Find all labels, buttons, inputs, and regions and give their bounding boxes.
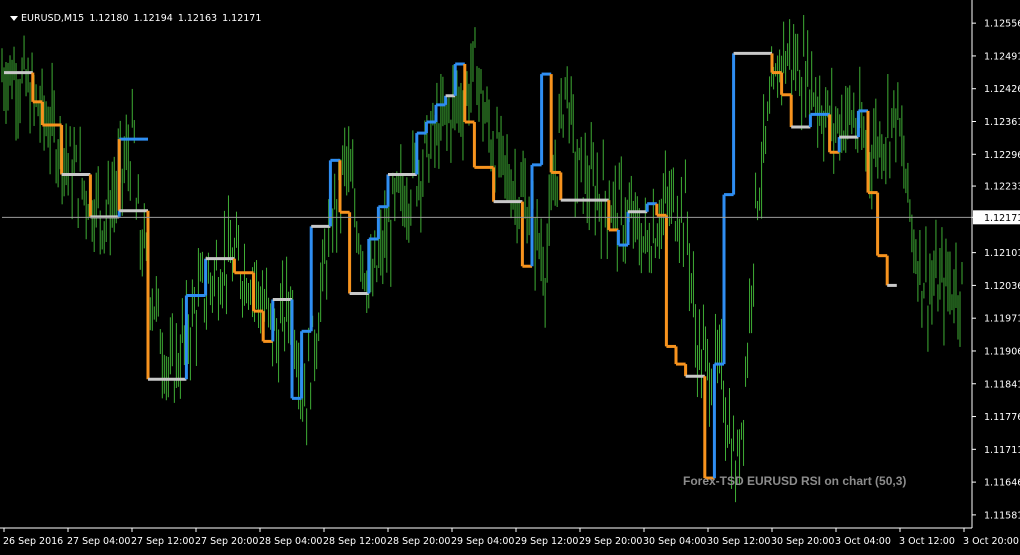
y-tick-label: 1.12233	[984, 182, 1020, 193]
price-chart[interactable]: 1.12556 1.12491 1.12426 1.12361 1.12296 1.122…	[0, 0, 1020, 551]
x-tick-label: 27 Sep 20:00	[195, 536, 258, 547]
x-tick-label: 3 Oct 20:00	[963, 536, 1019, 547]
x-tick-label: 28 Sep 20:00	[387, 536, 450, 547]
x-tick-label: 27 Sep 04:00	[67, 536, 130, 547]
high-price: 1.12194	[133, 13, 173, 24]
chart-header: EURUSD,M15 1.12180 1.12194 1.12163 1.12171	[4, 2, 266, 24]
y-tick-label: 1.11971	[984, 314, 1020, 325]
x-tick-label: 3 Oct 04:00	[835, 536, 891, 547]
y-tick-label: 1.11906	[984, 346, 1020, 357]
y-tick-label: 1.12036	[984, 281, 1020, 292]
x-tick-label: 28 Sep 04:00	[259, 536, 322, 547]
symbol-label: EURUSD,M15	[21, 13, 85, 24]
y-tick-label: 1.12361	[984, 117, 1020, 128]
y-tick-label: 1.11711	[984, 445, 1020, 456]
y-tick-label: 1.11776	[984, 412, 1020, 423]
x-tick-label: 30 Sep 04:00	[643, 536, 706, 547]
x-tick-label: 29 Sep 12:00	[515, 536, 578, 547]
y-tick-label: 1.11841	[984, 379, 1020, 390]
x-tick-label: 26 Sep 2016	[3, 536, 63, 547]
indicator-watermark: Forex-TSD EURUSD RSI on chart (50,3)	[683, 474, 907, 488]
x-tick-label: 3 Oct 12:00	[899, 536, 955, 547]
y-tick-label: 1.12556	[984, 19, 1020, 30]
low-price: 1.12163	[177, 13, 218, 24]
current-price-label: 1.12171	[984, 213, 1020, 224]
x-tick-label: 28 Sep 12:00	[323, 536, 386, 547]
y-tick-label: 1.12491	[984, 51, 1020, 62]
x-tick-label: 29 Sep 04:00	[451, 536, 514, 547]
chevron-down-icon[interactable]	[10, 16, 19, 21]
x-tick-label: 30 Sep 12:00	[707, 536, 770, 547]
x-tick-label: 30 Sep 20:00	[771, 536, 834, 547]
close-price: 1.12171	[222, 13, 262, 24]
y-tick-label: 1.11646	[984, 478, 1020, 489]
y-tick-label: 1.12426	[984, 84, 1020, 95]
rsi-step-line-layer	[4, 51, 897, 480]
x-tick-label: 29 Sep 20:00	[579, 536, 642, 547]
open-price: 1.12180	[89, 13, 129, 24]
y-tick-label: 1.11581	[984, 510, 1020, 521]
y-tick-label: 1.12296	[984, 150, 1020, 161]
chart-canvas[interactable]: 1.12556 1.12491 1.12426 1.12361 1.12296 1.122…	[0, 0, 1020, 551]
axes-layer: 1.12556 1.12491 1.12426 1.12361 1.12296 1.122…	[0, 0, 1020, 547]
price-bars-layer	[1, 14, 963, 503]
x-tick-label: 27 Sep 12:00	[131, 536, 194, 547]
y-tick-label: 1.12101	[984, 248, 1020, 259]
